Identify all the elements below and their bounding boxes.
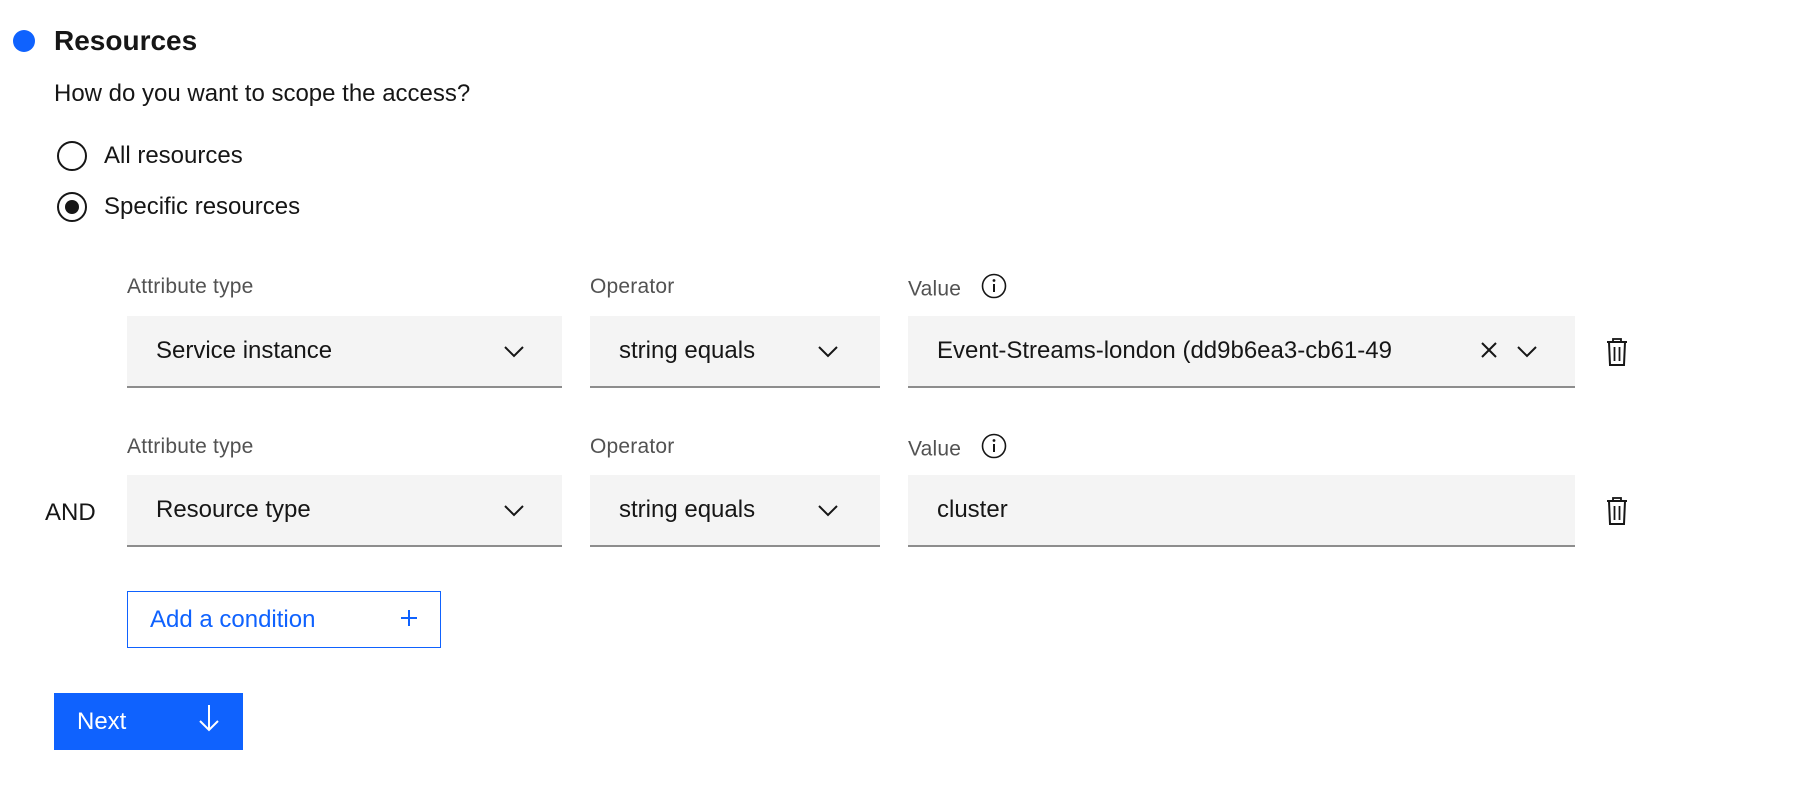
- attribute-type-select[interactable]: Service instance: [127, 316, 562, 388]
- trash-icon: [1606, 338, 1628, 370]
- operator-label: Operator: [590, 435, 675, 458]
- add-condition-label: Add a condition: [150, 605, 316, 633]
- scope-question: How do you want to scope the access?: [54, 80, 471, 107]
- value-label: Value: [908, 273, 1007, 307]
- plus-icon: [400, 606, 418, 634]
- operator-value: string equals: [619, 496, 756, 523]
- value-label-text: Value: [908, 277, 962, 301]
- close-icon[interactable]: [1481, 337, 1497, 365]
- radio-selected-dot: [65, 200, 79, 214]
- operator-label: Operator: [590, 275, 675, 298]
- radio-label: All resources: [104, 142, 243, 169]
- value-label: Value: [908, 433, 1007, 467]
- chevron-down-icon: [818, 337, 838, 365]
- value-input[interactable]: cluster: [908, 475, 1575, 547]
- operator-select[interactable]: string equals: [590, 316, 880, 388]
- operator-select[interactable]: string equals: [590, 475, 880, 547]
- attribute-type-label: Attribute type: [127, 435, 254, 458]
- info-icon[interactable]: [981, 273, 1007, 307]
- condition-connector: AND: [45, 499, 96, 526]
- attribute-type-value: Resource type: [156, 496, 311, 523]
- attribute-type-value: Service instance: [156, 337, 333, 364]
- radio-all-resources[interactable]: All resources: [57, 140, 243, 172]
- attribute-type-label: Attribute type: [127, 275, 254, 298]
- radio-specific-resources[interactable]: Specific resources: [57, 191, 300, 223]
- value-label-text: Value: [908, 437, 962, 461]
- section-title: Resources: [54, 25, 198, 56]
- value-input-text: cluster: [937, 496, 1008, 523]
- chevron-down-icon: [504, 496, 524, 524]
- operator-value: string equals: [619, 337, 756, 364]
- step-indicator-dot: [13, 30, 35, 52]
- attribute-type-select[interactable]: Resource type: [127, 475, 562, 547]
- next-label: Next: [77, 707, 127, 735]
- delete-condition-button[interactable]: [1606, 497, 1628, 530]
- arrow-down-icon: [198, 704, 220, 739]
- radio-button-selected[interactable]: [57, 192, 87, 222]
- info-icon[interactable]: [981, 433, 1007, 467]
- radio-label: Specific resources: [104, 193, 301, 220]
- value-selected: Event-Streams-london (dd9b6ea3-cb61-49: [937, 337, 1392, 364]
- add-condition-button[interactable]: Add a condition: [127, 591, 441, 648]
- chevron-down-icon: [504, 337, 524, 365]
- chevron-down-icon: [818, 496, 838, 524]
- trash-icon: [1606, 497, 1628, 529]
- next-button[interactable]: Next: [54, 693, 243, 750]
- chevron-down-icon: [1517, 337, 1537, 365]
- value-select[interactable]: Event-Streams-london (dd9b6ea3-cb61-49: [908, 316, 1575, 388]
- delete-condition-button[interactable]: [1606, 338, 1628, 371]
- radio-button[interactable]: [57, 141, 87, 171]
